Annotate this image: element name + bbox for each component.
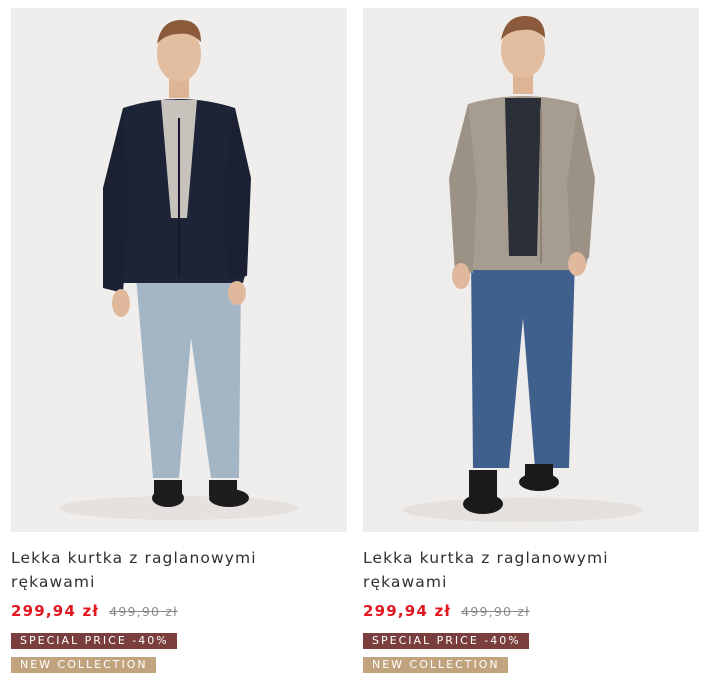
- special-price-badge: SPECIAL PRICE -40%: [363, 633, 529, 649]
- special-price-badge: SPECIAL PRICE -40%: [11, 633, 177, 649]
- new-collection-badge: NEW COLLECTION: [363, 657, 508, 673]
- product-image[interactable]: [363, 8, 699, 532]
- sale-price: 299,94 zł: [363, 602, 452, 620]
- product-card[interactable]: Lekka kurtka z raglanowymi rękawami 299,…: [363, 8, 699, 690]
- product-image[interactable]: [11, 8, 347, 532]
- badge-list: SPECIAL PRICE -40% NEW COLLECTION: [11, 620, 347, 673]
- product-photo-illustration: [363, 8, 699, 532]
- badge-list: SPECIAL PRICE -40% NEW COLLECTION: [363, 620, 699, 673]
- product-photo-illustration: [11, 8, 347, 532]
- price-row: 299,94 zł 499,90 zł: [363, 602, 699, 620]
- original-price: 499,90 zł: [109, 604, 178, 619]
- product-title[interactable]: Lekka kurtka z raglanowymi rękawami: [363, 546, 683, 594]
- product-card[interactable]: Lekka kurtka z raglanowymi rękawami 299,…: [11, 8, 347, 690]
- sale-price: 299,94 zł: [11, 602, 100, 620]
- product-title[interactable]: Lekka kurtka z raglanowymi rękawami: [11, 546, 331, 594]
- original-price: 499,90 zł: [461, 604, 530, 619]
- new-collection-badge: NEW COLLECTION: [11, 657, 156, 673]
- price-row: 299,94 zł 499,90 zł: [11, 602, 347, 620]
- product-grid: Lekka kurtka z raglanowymi rękawami 299,…: [0, 0, 704, 690]
